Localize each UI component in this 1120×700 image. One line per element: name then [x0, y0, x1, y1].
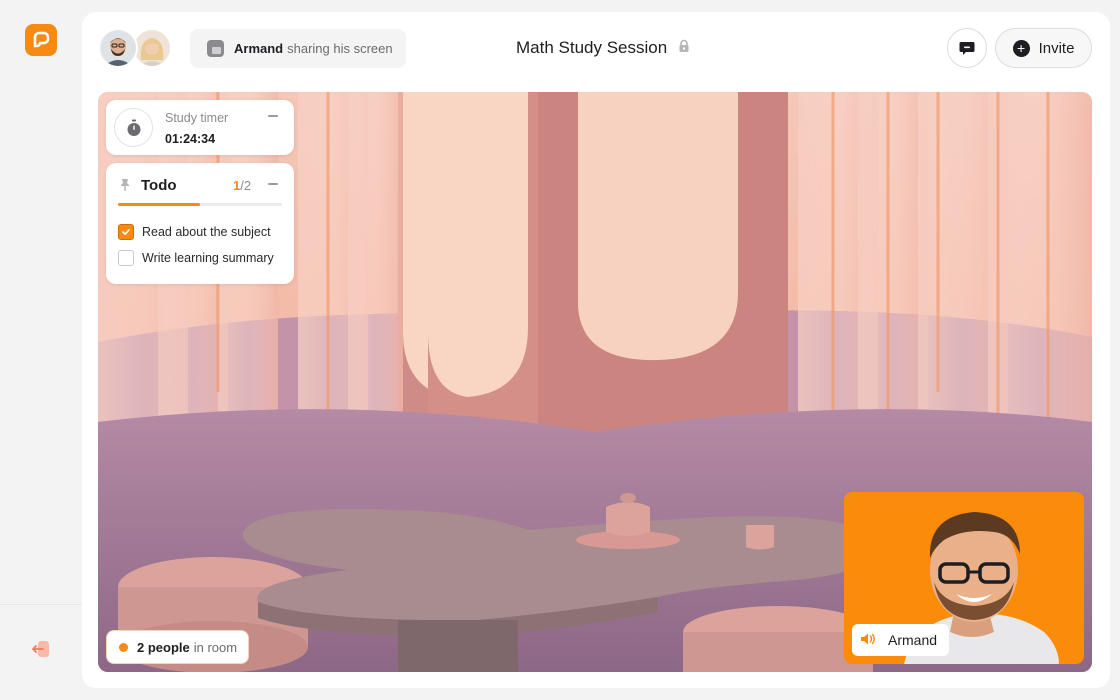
study-timer-widget[interactable]: Study timer 01:24:34 — [106, 100, 294, 155]
room-occupancy-badge[interactable]: 2 people in room — [106, 630, 249, 664]
todo-count: 1/2 — [233, 178, 251, 193]
main-card: Armand sharing his screen Math Study Ses… — [82, 12, 1110, 688]
invite-label: Invite — [1038, 39, 1075, 57]
session-title-text: Math Study Session — [516, 38, 668, 57]
participant-name: Armand — [888, 632, 938, 648]
avatar-man[interactable] — [98, 28, 138, 68]
pin-icon[interactable] — [119, 178, 131, 197]
share-user-name: Armand — [234, 41, 284, 56]
todo-checkbox[interactable] — [118, 250, 134, 266]
todo-item[interactable]: Read about the subject — [118, 224, 271, 240]
leave-room-icon — [32, 641, 49, 657]
status-dot-icon — [119, 642, 128, 652]
avatar-woman[interactable] — [132, 28, 172, 68]
timer-label: Study timer — [165, 111, 229, 125]
shared-screen-view: Study timer 01:24:34 Todo 1/2 Read about… — [98, 92, 1092, 672]
todo-widget: Todo 1/2 Read about the subject Write le… — [106, 163, 294, 284]
todo-title: Todo — [141, 177, 177, 194]
participant-name-tag: Armand — [852, 624, 949, 656]
rail-divider — [0, 604, 82, 605]
screen-share-status: Armand sharing his screen — [190, 29, 406, 68]
people-count: 2 people — [137, 639, 190, 655]
todo-item-label: Read about the subject — [142, 225, 271, 239]
share-status-text: sharing his screen — [287, 41, 393, 56]
chat-button[interactable] — [947, 28, 987, 68]
chat-icon — [959, 42, 975, 55]
timer-value: 01:24:34 — [165, 132, 216, 146]
timer-minimize-button[interactable] — [268, 115, 278, 117]
todo-total-count: /2 — [240, 178, 252, 193]
participant-avatars — [98, 28, 178, 68]
todo-progress-bar — [118, 203, 282, 206]
invite-button[interactable]: + Invite — [995, 28, 1092, 68]
todo-minimize-button[interactable] — [268, 183, 278, 185]
todo-item[interactable]: Write learning summary — [118, 250, 274, 266]
screen-share-icon — [207, 40, 224, 57]
plus-icon: + — [1012, 39, 1030, 57]
lock-icon — [677, 38, 691, 58]
todo-checkbox-checked[interactable] — [118, 224, 134, 240]
camera-tile[interactable]: Armand — [844, 492, 1084, 664]
side-rail — [0, 0, 82, 700]
todo-progress-fill — [118, 203, 200, 206]
app-logo-icon[interactable] — [25, 24, 57, 56]
speaker-icon — [860, 632, 876, 649]
leave-room-button[interactable] — [28, 636, 54, 662]
session-title: Math Study Session — [516, 38, 691, 58]
people-suffix: in room — [193, 639, 238, 655]
todo-item-label: Write learning summary — [142, 251, 274, 265]
stopwatch-icon[interactable] — [114, 108, 153, 147]
